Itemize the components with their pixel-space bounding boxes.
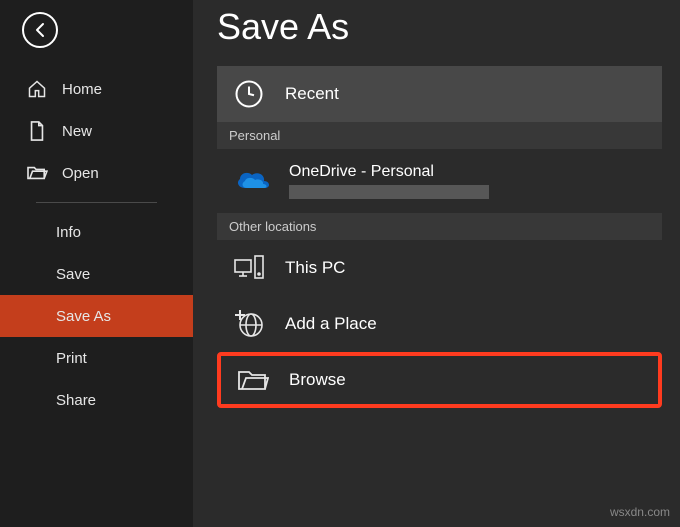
pc-icon — [233, 252, 265, 284]
sidebar-item-share[interactable]: Share — [0, 379, 193, 421]
location-label: Recent — [285, 84, 339, 104]
sidebar-item-label: Home — [62, 81, 102, 98]
sidebar-item-new[interactable]: New — [0, 110, 193, 152]
location-browse[interactable]: Browse — [217, 352, 662, 408]
onedrive-name: OneDrive - Personal — [289, 163, 489, 181]
sidebar-item-label: Open — [62, 165, 99, 182]
sidebar-item-label: Save — [56, 266, 90, 283]
back-button[interactable] — [22, 12, 58, 48]
sidebar-divider — [36, 202, 157, 203]
onedrive-subtext-redacted — [289, 185, 489, 199]
sidebar-item-label: Print — [56, 350, 87, 367]
sidebar-item-label: Info — [56, 224, 81, 241]
section-header-other: Other locations — [217, 213, 662, 240]
folder-open-icon — [26, 162, 48, 184]
watermark: wsxdn.com — [610, 505, 670, 519]
location-recent[interactable]: Recent — [217, 66, 662, 122]
sidebar-item-open[interactable]: Open — [0, 152, 193, 194]
document-icon — [26, 120, 48, 142]
onedrive-text: OneDrive - Personal — [289, 163, 489, 199]
add-place-icon — [233, 308, 265, 340]
location-addplace[interactable]: Add a Place — [217, 296, 662, 352]
page-title: Save As — [217, 6, 662, 48]
sidebar-item-label: New — [62, 123, 92, 140]
location-thispc[interactable]: This PC — [217, 240, 662, 296]
sidebar-item-label: Share — [56, 392, 96, 409]
onedrive-icon — [233, 161, 273, 201]
sidebar-item-home[interactable]: Home — [0, 68, 193, 110]
location-label: Add a Place — [285, 314, 377, 334]
sidebar-item-save[interactable]: Save — [0, 253, 193, 295]
folder-icon — [237, 364, 269, 396]
location-label: Browse — [289, 370, 346, 390]
arrow-left-icon — [32, 22, 48, 38]
backstage-sidebar: Home New Open Info Save Save As Print S — [0, 0, 193, 527]
location-onedrive[interactable]: OneDrive - Personal — [217, 149, 662, 213]
section-header-personal: Personal — [217, 122, 662, 149]
home-icon — [26, 78, 48, 100]
sidebar-item-print[interactable]: Print — [0, 337, 193, 379]
sidebar-item-label: Save As — [56, 308, 111, 325]
location-label: This PC — [285, 258, 345, 278]
sidebar-item-info[interactable]: Info — [0, 211, 193, 253]
clock-icon — [233, 78, 265, 110]
sidebar-item-saveas[interactable]: Save As — [0, 295, 193, 337]
main-panel: Save As Recent Personal OneDrive - Perso… — [193, 0, 680, 527]
